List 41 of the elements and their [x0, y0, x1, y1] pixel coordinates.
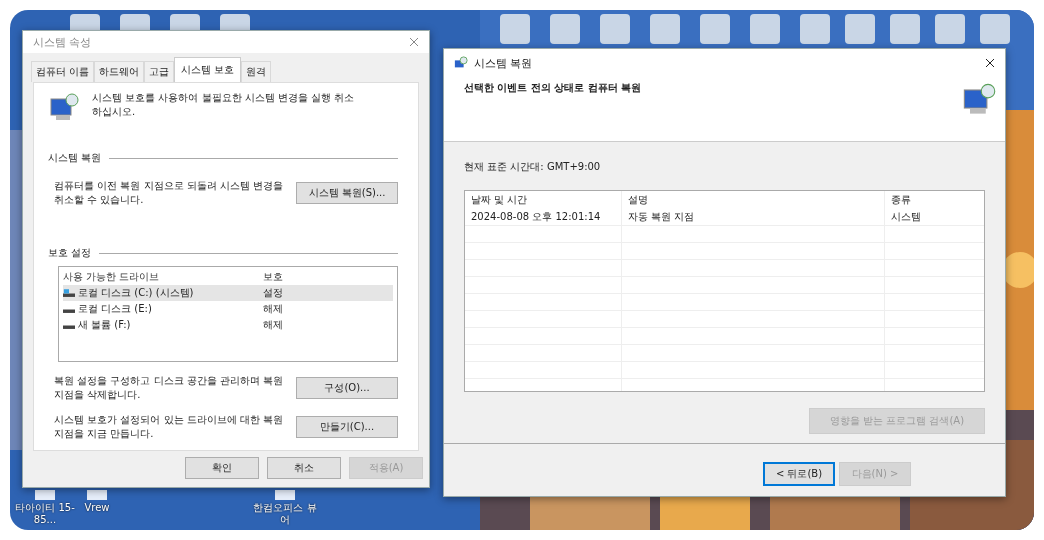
- drive-name: 로컬 디스크 (E:): [78, 302, 152, 316]
- action-button[interactable]: 구성(O)...: [296, 376, 398, 399]
- table-cell[interactable]: 자동 복원 지점: [622, 209, 885, 225]
- icon-label[interactable]: 한컴오피스 뷰어: [250, 502, 320, 526]
- table-cell[interactable]: 2024-08-08 오후 12:01:14: [465, 209, 622, 225]
- tab[interactable]: 하드웨어: [94, 61, 145, 82]
- tab[interactable]: 컴퓨터 이름: [31, 61, 95, 82]
- drive-name: 새 볼륨 (F:): [78, 318, 131, 332]
- system-restore-button[interactable]: 시스템 복원(S)...: [296, 181, 398, 204]
- drive-row[interactable]: 새 볼륨 (F:) 해제: [63, 317, 393, 333]
- protection-status: 해제: [263, 318, 284, 332]
- timezone-text: 현재 표준 시간대: GMT+9:00: [464, 160, 602, 174]
- section-heading: 보호 설정: [48, 246, 92, 260]
- tab[interactable]: 원격: [241, 61, 272, 82]
- table-cell[interactable]: 시스템: [885, 209, 984, 225]
- column-header[interactable]: 보호: [263, 270, 393, 284]
- protection-status: 설정: [263, 286, 284, 300]
- description-text: 복원 설정을 구성하고 디스크 공간을 관리하며 복원 지점을 삭제합니다.: [54, 374, 284, 401]
- window-title: 시스템 속성: [33, 34, 93, 50]
- wizard-heading: 선택한 이벤트 전의 상태로 컴퓨터 복원: [464, 81, 642, 95]
- icon-label[interactable]: 타아이티 15-85...: [10, 502, 80, 526]
- dialog-button[interactable]: 확인: [185, 457, 259, 479]
- wizard-button[interactable]: < 뒤로(B): [763, 462, 835, 486]
- drive-row[interactable]: 로컬 디스크 (E:) 해제: [63, 301, 393, 317]
- action-button[interactable]: 만들기(C)...: [296, 415, 398, 438]
- column-header[interactable]: 종류: [885, 191, 984, 209]
- dialog-button[interactable]: 취소: [267, 457, 341, 479]
- protection-status: 해제: [263, 302, 284, 316]
- column-header[interactable]: 날짜 및 시간: [465, 191, 622, 209]
- intro-text: 시스템 보호를 사용하여 불필요한 시스템 변경을 실행 취소하십시오.: [92, 91, 356, 118]
- description-text: 시스템 보호가 설정되어 있는 드라이브에 대한 복원 지점을 지금 만듭니다.: [54, 413, 284, 440]
- description-text: 컴퓨터를 이전 복원 지점으로 되돌려 시스템 변경을 취소할 수 있습니다.: [54, 179, 284, 206]
- section-heading: 시스템 복원: [48, 151, 102, 165]
- column-header[interactable]: 사용 가능한 드라이브: [63, 270, 263, 284]
- tab[interactable]: 고급: [144, 61, 175, 82]
- drive-row[interactable]: 로컬 디스크 (C:) (시스템) 설정: [63, 285, 393, 301]
- tab[interactable]: 시스템 보호: [174, 57, 242, 82]
- window-title: 시스템 복원: [474, 55, 534, 71]
- drive-name: 로컬 디스크 (C:) (시스템): [78, 286, 194, 300]
- column-header[interactable]: 설명: [622, 191, 885, 209]
- icon-label[interactable]: Vrew: [84, 502, 110, 514]
